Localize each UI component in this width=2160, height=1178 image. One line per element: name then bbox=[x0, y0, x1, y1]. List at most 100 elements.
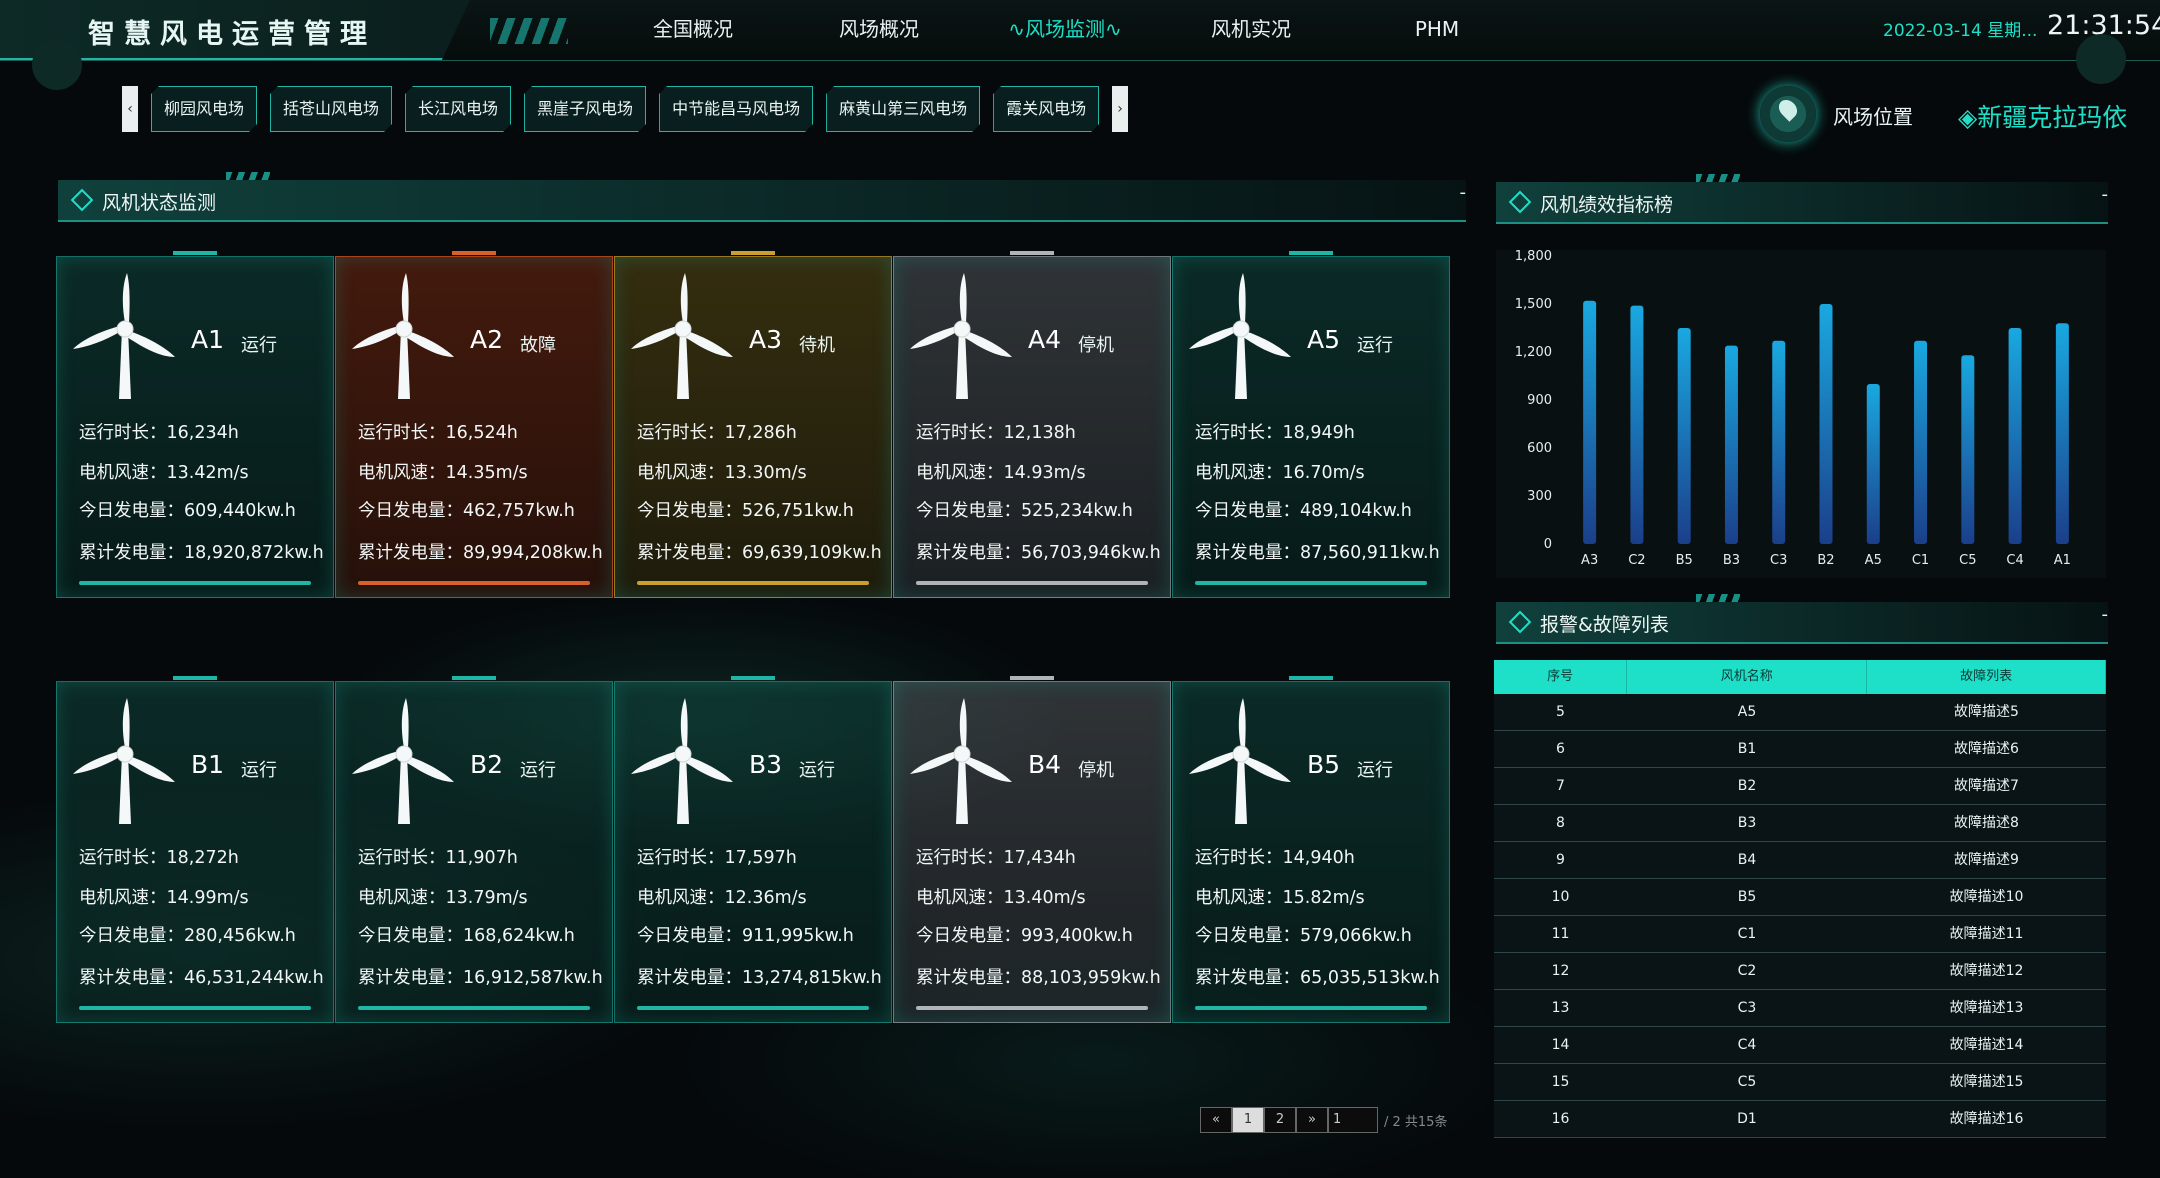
turbine-card[interactable]: A4 停机 运行时长：12,138h 电机风速：14.93m/s 今日发电量：5… bbox=[893, 251, 1171, 598]
turbine-card[interactable]: B2 运行 运行时长：11,907h 电机风速：13.79m/s 今日发电量：1… bbox=[335, 676, 613, 1023]
page-input[interactable]: 1 bbox=[1328, 1107, 1378, 1133]
bar[interactable] bbox=[1914, 340, 1928, 544]
total-power-label: 累计发电量： bbox=[916, 968, 1021, 988]
bar[interactable] bbox=[2055, 323, 2069, 544]
alarm-panel-title: 报警&故障列表 bbox=[1540, 614, 1669, 636]
station-tab[interactable]: 括苍山风电场 bbox=[270, 86, 392, 132]
x-tick-label: B3 bbox=[1723, 553, 1740, 568]
table-row[interactable]: 12 C2 故障描述12 bbox=[1494, 953, 2106, 990]
turbine-card[interactable]: A5 运行 运行时长：18,949h 电机风速：16.70m/s 今日发电量：4… bbox=[1172, 251, 1450, 598]
col-header-turbine[interactable]: 风机名称 bbox=[1627, 660, 1868, 694]
page-button[interactable]: 1 bbox=[1232, 1107, 1264, 1133]
bar[interactable] bbox=[1677, 328, 1691, 544]
total-power-row: 累计发电量：16,912,587kw.h bbox=[358, 964, 603, 989]
today-power-value: 526,751kw.h bbox=[742, 501, 854, 521]
total-power-value: 18,920,872kw.h bbox=[184, 543, 324, 563]
station-tab[interactable]: 柳园风电场 bbox=[151, 86, 257, 132]
nav-item-overview[interactable]: 全国概况 bbox=[600, 0, 786, 58]
today-power-value: 993,400kw.h bbox=[1021, 926, 1133, 946]
cell-index: 15 bbox=[1551, 1074, 1570, 1090]
card-top-bar bbox=[452, 251, 496, 255]
bar[interactable] bbox=[1583, 300, 1597, 544]
turbine-card[interactable]: A2 故障 运行时长：16,524h 电机风速：14.35m/s 今日发电量：4… bbox=[335, 251, 613, 598]
bar[interactable] bbox=[1961, 355, 1975, 544]
bar[interactable] bbox=[1724, 345, 1738, 544]
total-power-label: 累计发电量： bbox=[79, 543, 184, 563]
collapse-button[interactable]: - bbox=[2102, 604, 2109, 625]
page-total: / 2 共15条 bbox=[1384, 1114, 1448, 1130]
turbine-id: A4 bbox=[1028, 325, 1062, 354]
turbine-card[interactable]: B1 运行 运行时长：18,272h 电机风速：14.99m/s 今日发电量：2… bbox=[56, 676, 334, 1023]
menu-button[interactable] bbox=[32, 40, 82, 90]
station-tab[interactable]: 黑崖子风电场 bbox=[524, 86, 646, 132]
table-row[interactable]: 10 B5 故障描述10 bbox=[1494, 879, 2106, 916]
wind-turbine-icon bbox=[1189, 273, 1291, 399]
y-tick-label: 1,800 bbox=[1515, 249, 1552, 264]
cell-turbine: C1 bbox=[1737, 926, 1757, 942]
bar[interactable] bbox=[2008, 328, 2022, 544]
total-power-row: 累计发电量：89,994,208kw.h bbox=[358, 539, 603, 564]
table-row[interactable]: 14 C4 故障描述14 bbox=[1494, 1027, 2106, 1064]
nav-item-farm-overview[interactable]: 风场概况 bbox=[786, 0, 972, 58]
cell-turbine: B3 bbox=[1737, 815, 1757, 831]
windspeed-row: 电机风速：16.70m/s bbox=[1195, 459, 1365, 484]
cell-fault: 故障描述12 bbox=[1949, 963, 2024, 979]
x-tick-label: C4 bbox=[2006, 553, 2023, 568]
runtime-label: 运行时长： bbox=[637, 848, 725, 868]
table-row[interactable]: 16 D1 故障描述16 bbox=[1494, 1101, 2106, 1138]
total-power-label: 累计发电量： bbox=[358, 968, 463, 988]
station-tab[interactable]: 霞关风电场 bbox=[993, 86, 1099, 132]
table-row[interactable]: 8 B3 故障描述8 bbox=[1494, 805, 2106, 842]
station-tab[interactable]: 长江风电场 bbox=[405, 86, 511, 132]
turbine-card[interactable]: A3 待机 运行时长：17,286h 电机风速：13.30m/s 今日发电量：5… bbox=[614, 251, 892, 598]
table-row[interactable]: 15 C5 故障描述15 bbox=[1494, 1064, 2106, 1101]
status-panel-title: 风机状态监测 bbox=[102, 192, 217, 214]
tabs-next-button[interactable]: › bbox=[1112, 86, 1129, 132]
card-bottom-bar bbox=[916, 1006, 1148, 1010]
turbine-card[interactable]: B3 运行 运行时长：17,597h 电机风速：12.36m/s 今日发电量：9… bbox=[614, 676, 892, 1023]
nav-item-farm-monitor[interactable]: ∿风场监测∿ bbox=[972, 0, 1158, 58]
card-bottom-bar bbox=[916, 581, 1148, 585]
card-bottom-bar bbox=[358, 581, 590, 585]
bar[interactable] bbox=[1819, 304, 1833, 544]
runtime-row: 运行时长：18,272h bbox=[79, 844, 239, 869]
station-tab[interactable]: 麻黄山第三风电场 bbox=[826, 86, 980, 132]
col-header-fault[interactable]: 故障列表 bbox=[1867, 660, 2106, 694]
bar[interactable] bbox=[1630, 305, 1644, 544]
windspeed-row: 电机风速：13.42m/s bbox=[79, 459, 249, 484]
runtime-label: 运行时长： bbox=[79, 423, 167, 443]
collapse-button[interactable]: - bbox=[1460, 182, 1467, 203]
bar[interactable] bbox=[1866, 384, 1880, 544]
tabs-prev-button[interactable]: ‹ bbox=[122, 86, 138, 132]
turbine-card[interactable]: A1 运行 运行时长：16,234h 电机风速：13.42m/s 今日发电量：6… bbox=[56, 251, 334, 598]
page-button[interactable]: 2 bbox=[1264, 1107, 1296, 1133]
turbine-id: B5 bbox=[1307, 750, 1341, 779]
table-row[interactable]: 11 C1 故障描述11 bbox=[1494, 916, 2106, 953]
back-button[interactable] bbox=[2076, 34, 2126, 84]
windspeed-label: 电机风速： bbox=[79, 463, 167, 483]
turbine-id: B4 bbox=[1028, 750, 1062, 779]
cell-turbine: C2 bbox=[1737, 963, 1757, 979]
page-next-button[interactable]: » bbox=[1296, 1107, 1328, 1133]
table-row[interactable]: 5 A5 故障描述5 bbox=[1494, 694, 2106, 731]
nav-item-phm[interactable]: PHM bbox=[1344, 0, 1530, 58]
table-row[interactable]: 6 B1 故障描述6 bbox=[1494, 731, 2106, 768]
x-tick-label: B2 bbox=[1817, 553, 1834, 568]
nav-item-turbine-live[interactable]: 风机实况 bbox=[1158, 0, 1344, 58]
table-row[interactable]: 7 B2 故障描述7 bbox=[1494, 768, 2106, 805]
page-prev-button[interactable]: « bbox=[1200, 1107, 1232, 1133]
total-power-value: 87,560,911kw.h bbox=[1300, 543, 1440, 563]
table-row[interactable]: 13 C3 故障描述13 bbox=[1494, 990, 2106, 1027]
turbine-card[interactable]: B5 运行 运行时长：14,940h 电机风速：15.82m/s 今日发电量：5… bbox=[1172, 676, 1450, 1023]
bar[interactable] bbox=[1772, 340, 1786, 544]
windspeed-row: 电机风速：12.36m/s bbox=[637, 884, 807, 909]
cell-index: 7 bbox=[1556, 778, 1565, 794]
table-row[interactable]: 9 B4 故障描述9 bbox=[1494, 842, 2106, 879]
turbine-card[interactable]: B4 停机 运行时长：17,434h 电机风速：13.40m/s 今日发电量：9… bbox=[893, 676, 1171, 1023]
collapse-button[interactable]: - bbox=[2102, 184, 2109, 205]
station-tab[interactable]: 中节能昌马风电场 bbox=[659, 86, 813, 132]
col-header-index[interactable]: 序号 bbox=[1494, 660, 1628, 694]
station-tabs: ‹ 柳园风电场 括苍山风电场 长江风电场 黑崖子风电场 中节能昌马风电场 麻黄山… bbox=[122, 86, 1129, 132]
card-top-bar bbox=[1010, 676, 1054, 680]
runtime-value: 18,272h bbox=[166, 848, 239, 868]
